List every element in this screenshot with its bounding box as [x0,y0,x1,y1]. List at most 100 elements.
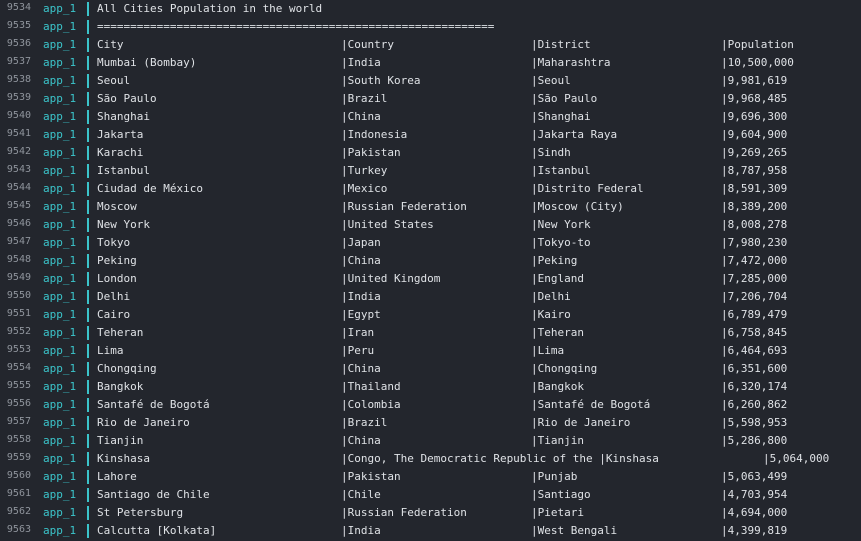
cell-city: Istanbul [97,164,150,177]
cell-city: Santiago de Chile [97,488,210,501]
service-tag: app_1 [43,92,77,105]
service-separator-bar [87,416,89,430]
log-line-row: 9545 app_1 Moscow |Russian Federation |Mosco… [0,198,861,216]
cell-district: |Istanbul [531,164,591,177]
log-line-row: 9563 app_1 Calcutta [Kolkata] |India |West B… [0,522,861,540]
service-tag: app_1 [43,56,77,69]
service-separator-bar [87,236,89,250]
cell-district: |Maharashtra [531,56,611,69]
cell-country: |Iran [341,326,375,339]
cell-population: |10,500,000 [721,56,794,69]
cell-population: |6,464,693 [721,344,788,357]
service-tag: app_1 [43,524,77,537]
service-separator-bar [87,218,89,232]
line-number: 9553 [6,344,31,355]
cell-country: |Indonesia [341,128,408,141]
line-number: 9545 [6,200,31,211]
log-line-row: 9538 app_1 Seoul |South Korea |Seoul |9,981,6… [0,72,861,90]
cell-city: Moscow [97,200,137,213]
line-number: 9554 [6,362,31,373]
service-separator-bar [87,362,89,376]
cell-district: |Teheran [531,326,584,339]
log-line-row: 9552 app_1 Teheran |Iran |Teheran |6,758,845 [0,324,861,342]
line-number: 9540 [6,110,31,121]
cell-city: Rio de Janeiro [97,416,190,429]
cell-country: |Brazil [341,92,388,105]
cell-country: |Turkey [341,164,388,177]
log-line-row: 9560 app_1 Lahore |Pakistan |Punjab |5,063,49… [0,468,861,486]
cell-country: |Congo, The Democratic Republic of the |… [341,452,659,465]
line-number: 9555 [6,380,31,391]
cell-district: |England [531,272,584,285]
log-line-row: 9553 app_1 Lima |Peru |Lima |6,464,693 [0,342,861,360]
service-separator-bar [87,488,89,502]
cell-population: |6,351,600 [721,362,788,375]
log-line-header: 9536 app_1 City |Country |District |Populatio… [0,36,861,54]
service-separator-bar [87,110,89,124]
service-separator-bar [87,380,89,394]
cell-population: |6,789,479 [721,308,788,321]
log-line-row: 9558 app_1 Tianjin |China |Tianjin |5,286,800 [0,432,861,450]
line-number: 9558 [6,434,31,445]
cell-population: |5,063,499 [721,470,788,483]
log-line-row: 9546 app_1 New York |United States |New York… [0,216,861,234]
service-separator-bar [87,20,89,34]
cell-district: |São Paulo [531,92,598,105]
cell-population: |6,758,845 [721,326,788,339]
log-line-row: 9562 app_1 St Petersburg |Russian Federatio… [0,504,861,522]
service-tag: app_1 [43,452,77,465]
cell-country: |Russian Federation [341,506,467,519]
cell-city: Delhi [97,290,131,303]
cell-district: |Jakarta Raya [531,128,618,141]
log-line-row: 9539 app_1 São Paulo |Brazil |São Paulo |9,96… [0,90,861,108]
cell-city: Kinshasa [97,452,150,465]
service-tag: app_1 [43,434,77,447]
cell-district: |Tokyo-to [531,236,591,249]
log-line-row: 9549 app_1 London |United Kingdom |England |7… [0,270,861,288]
cell-population: |7,980,230 [721,236,788,249]
log-line-row: 9554 app_1 Chongqing |China |Chongqing |6,351… [0,360,861,378]
cell-district: |Peking [531,254,578,267]
service-separator-bar [87,326,89,340]
line-number: 9561 [6,488,31,499]
cell-population: |5,064,000 [763,452,830,465]
cell-city: Calcutta [Kolkata] [97,524,217,537]
cell-population: |9,269,265 [721,146,788,159]
service-tag: app_1 [43,182,77,195]
cell-country: |Egypt [341,308,381,321]
line-number: 9537 [6,56,31,67]
cell-country: |Russian Federation [341,200,467,213]
service-tag: app_1 [43,488,77,501]
service-separator-bar [87,74,89,88]
service-tag: app_1 [43,506,77,519]
log-line-row: 9544 app_1 Ciudad de México |Mexico |Distrit… [0,180,861,198]
line-number: 9549 [6,272,31,283]
cell-population: |8,008,278 [721,218,788,231]
cell-district: |New York [531,218,591,231]
service-separator-bar [87,524,89,538]
service-separator-bar [87,308,89,322]
cell-population: |8,389,200 [721,200,788,213]
service-tag: app_1 [43,38,77,51]
cell-country: |Mexico [341,182,388,195]
cell-population: |4,399,819 [721,524,788,537]
cell-city: Santafé de Bogotá [97,398,210,411]
service-separator-bar [87,56,89,70]
cell-city: Mumbai (Bombay) [97,56,197,69]
cell-city: Lima [97,344,124,357]
header-population: |Population [721,38,794,51]
service-tag: app_1 [43,362,77,375]
cell-city: St Petersburg [97,506,184,519]
log-line-title: 9534 app_1 All Cities Population in the wo… [0,0,861,18]
cell-district: |Santafé de Bogotá [531,398,651,411]
cell-district: |Lima [531,344,565,357]
service-tag: app_1 [43,326,77,339]
cell-district: |Sindh [531,146,571,159]
log-line-row: 9550 app_1 Delhi |India |Delhi |7,206,704 [0,288,861,306]
cell-country: |China [341,362,381,375]
cell-population: |9,981,619 [721,74,788,87]
cell-country: |Brazil [341,416,388,429]
service-separator-bar [87,254,89,268]
line-number: 9539 [6,92,31,103]
cell-district: |Seoul [531,74,571,87]
